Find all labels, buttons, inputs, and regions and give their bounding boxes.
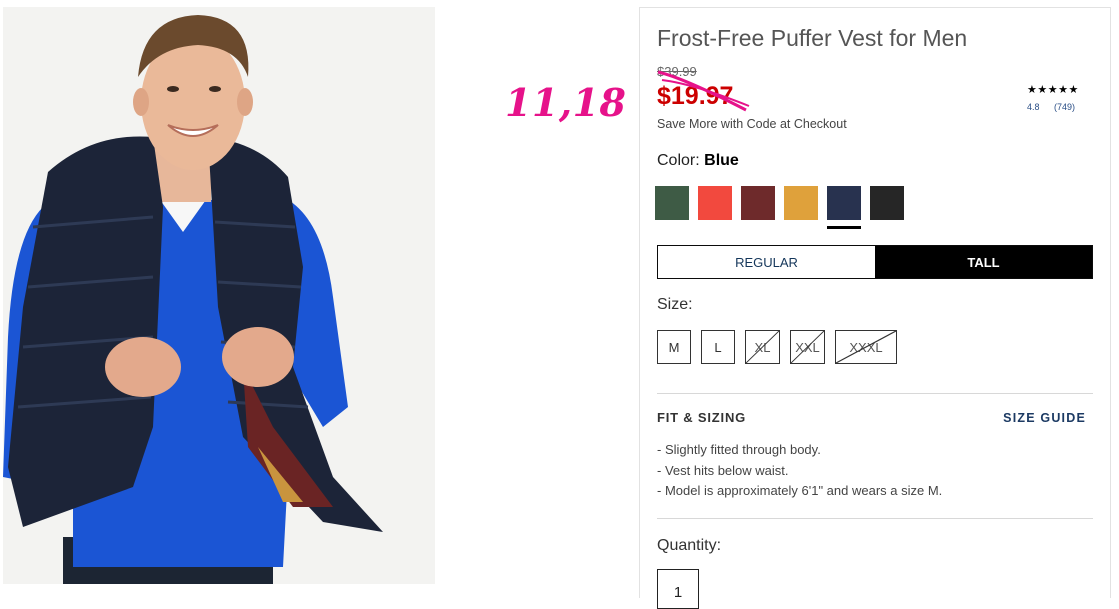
swatch-navy[interactable] [827,186,861,229]
size-guide-link[interactable]: SIZE GUIDE [1003,411,1086,425]
size-label: Size: [657,296,693,313]
divider [657,518,1093,519]
size-m-button[interactable]: M [657,330,691,364]
size-xl-button[interactable]: XL [745,330,780,364]
swatch-coral[interactable] [698,186,732,220]
fit-option-tall[interactable]: TALL [875,246,1092,278]
swatch-black[interactable] [870,186,904,220]
color-label: Color: Blue [657,152,739,170]
color-label-text: Color: [657,152,700,169]
fit-option-regular[interactable]: REGULAR [658,246,875,278]
original-price: $39.99 [657,64,697,79]
swatch-mustard[interactable] [784,186,818,220]
fit-sizing-heading: FIT & SIZING [657,410,747,425]
swatch-green[interactable] [655,186,689,220]
product-image [3,7,435,584]
color-swatches [655,186,904,229]
size-options: M L XL XXL XXXL [657,330,897,364]
fit-toggle: REGULAR TALL [657,245,1093,279]
rating-score: 4.8 [1027,102,1040,112]
handwritten-price-note: 11,18 [505,80,627,125]
size-l-button[interactable]: L [701,330,735,364]
list-item: Model is approximately 6'1" and wears a … [657,483,942,504]
promo-text: Save More with Code at Checkout [657,117,847,131]
list-item: Vest hits below waist. [657,463,942,484]
review-count-link[interactable]: (749) [1054,102,1075,112]
size-xxxl-button[interactable]: XXXL [835,330,897,364]
quantity-label: Quantity: [657,537,722,554]
selected-color-name: Blue [704,152,739,169]
product-title: Frost-Free Puffer Vest for Men [657,25,968,51]
rating-widget[interactable]: ★★★★★ 4.8 (749) [1027,83,1091,112]
size-xxl-button[interactable]: XXL [790,330,825,364]
list-item: Slightly fitted through body. [657,442,942,463]
quantity-input[interactable]: 1 [657,569,699,609]
product-details-panel: Frost-Free Puffer Vest for Men $39.99 $1… [639,7,1111,609]
swatch-maroon[interactable] [741,186,775,220]
fit-details-list: Slightly fitted through body. Vest hits … [657,442,942,504]
star-rating-icon: ★★★★★ [1027,84,1079,96]
sale-price: $19.97 [657,82,734,110]
divider [657,393,1093,394]
